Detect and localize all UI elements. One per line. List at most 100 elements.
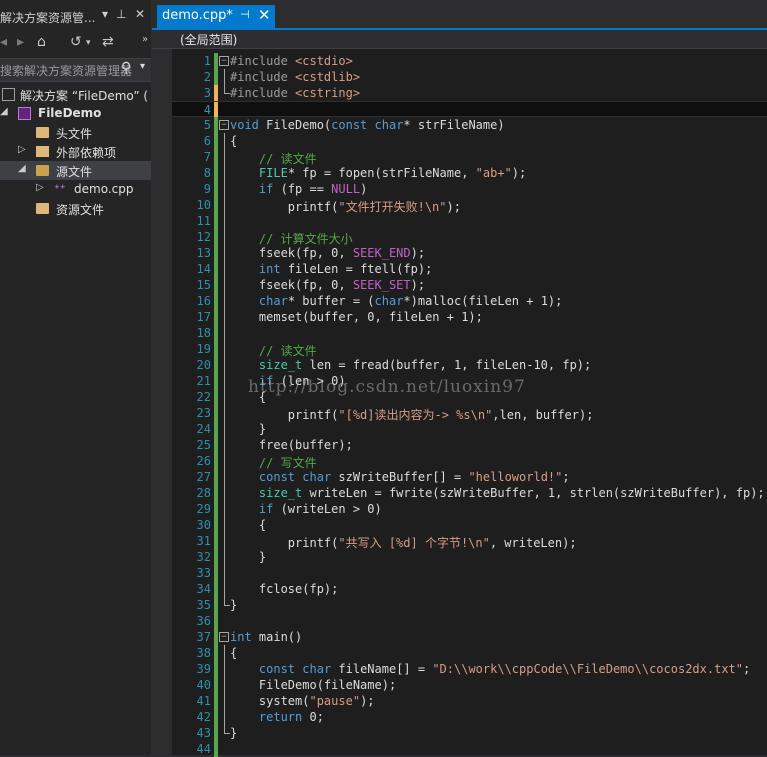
- code-text: #include <cstring>: [230, 86, 361, 100]
- code-text: void FileDemo(const char* strFileName): [230, 118, 505, 132]
- history-icon[interactable]: ↺: [70, 34, 82, 50]
- code-line[interactable]: 43}: [172, 725, 767, 741]
- code-line[interactable]: 25 free(buffer);: [172, 437, 767, 453]
- search-icon[interactable]: ⚲: [121, 60, 131, 76]
- code-text: int fileLen = ftell(fp);: [258, 262, 433, 276]
- code-line[interactable]: 29 if (writeLen > 0): [172, 501, 767, 517]
- change-indicator: [214, 277, 218, 293]
- expand-arrow-icon[interactable]: ◢: [18, 163, 26, 174]
- code-area[interactable]: 1− #include <cstdio> 2 #include <cstdlib> 3 #…: [172, 49, 767, 757]
- home-icon[interactable]: ⌂: [37, 34, 46, 50]
- tab-demo-cpp[interactable]: demo.cpp* ⊣ ✕: [157, 5, 275, 28]
- panel-menu-icon[interactable]: ▾: [102, 7, 108, 21]
- forward-icon[interactable]: ▸: [17, 34, 24, 50]
- code-line[interactable]: 4: [172, 101, 767, 118]
- change-indicator: [214, 85, 218, 101]
- history-dropdown-icon[interactable]: ▾: [86, 38, 91, 48]
- outline-guide: [224, 405, 225, 421]
- pin-icon[interactable]: ⊥: [116, 7, 126, 21]
- sync-icon[interactable]: ⇄: [102, 34, 114, 50]
- tree-item-label: 解决方案 “FileDemo” (: [20, 89, 149, 103]
- expand-arrow-icon[interactable]: ◢: [0, 106, 8, 117]
- tree-item[interactable]: 资源文件: [0, 199, 151, 218]
- line-number: 5: [203, 118, 211, 132]
- code-line[interactable]: 15 fseek(fp, 0, SEEK_SET);: [172, 277, 767, 293]
- overflow-icon[interactable]: »: [142, 34, 148, 45]
- search-input[interactable]: 搜索解决方案资源管理器: [0, 62, 132, 79]
- code-line[interactable]: 6{: [172, 133, 767, 149]
- outline-guide: [224, 485, 225, 501]
- code-line[interactable]: 30 {: [172, 517, 767, 533]
- outline-guide: [224, 133, 225, 149]
- change-indicator: [214, 485, 218, 501]
- code-line[interactable]: 12 // 计算文件大小: [172, 229, 767, 246]
- code-line[interactable]: 39 const char fileName[] = "D:\\work\\cp…: [172, 661, 767, 677]
- dependencies-icon: [36, 146, 49, 157]
- scope-dropdown[interactable]: (全局范围): [180, 31, 237, 48]
- change-indicator: [214, 453, 218, 469]
- code-line[interactable]: 13 fseek(fp, 0, SEEK_END);: [172, 245, 767, 261]
- outline-guide: [224, 565, 225, 581]
- tree-item-label: 资源文件: [56, 203, 105, 217]
- code-line[interactable]: 23 printf("[%d]读出内容为-> %s\n",len, buffer…: [172, 405, 767, 422]
- code-line[interactable]: 35}: [172, 597, 767, 613]
- outline-guide: [224, 261, 225, 277]
- code-text: const char szWriteBuffer[] = "helloworld…: [258, 470, 570, 484]
- change-indicator: [214, 229, 218, 245]
- code-line[interactable]: 38 {: [172, 645, 767, 661]
- expand-arrow-icon[interactable]: ▷: [36, 182, 44, 193]
- tab-pin-icon[interactable]: ⊣: [240, 8, 250, 21]
- code-line[interactable]: 14 int fileLen = ftell(fp);: [172, 261, 767, 277]
- code-line[interactable]: 19 // 读文件: [172, 341, 767, 358]
- code-line[interactable]: 20 size_t len = fread(buffer, 1, fileLen…: [172, 357, 767, 373]
- code-line[interactable]: 42 return 0;: [172, 709, 767, 725]
- code-line[interactable]: 33: [172, 565, 767, 581]
- code-line[interactable]: 2 #include <cstdlib>: [172, 69, 767, 85]
- tab-close-icon[interactable]: ✕: [258, 6, 271, 24]
- line-number: 4: [203, 103, 211, 117]
- collapse-icon[interactable]: −: [219, 632, 229, 642]
- tree-item[interactable]: ◢ 源文件: [0, 161, 151, 180]
- collapse-icon[interactable]: −: [219, 56, 229, 66]
- code-line[interactable]: 32 }: [172, 549, 767, 565]
- code-line[interactable]: 16 char* buffer = (char*)malloc(fileLen …: [172, 293, 767, 309]
- solution-explorer-search[interactable]: 搜索解决方案资源管理器 ⚲ ▾: [0, 58, 151, 82]
- code-line[interactable]: 41 system("pause");: [172, 693, 767, 709]
- code-line[interactable]: 36: [172, 613, 767, 629]
- code-line[interactable]: 28 size_t writeLen = fwrite(szWriteBuffe…: [172, 485, 767, 501]
- code-line[interactable]: 18: [172, 325, 767, 341]
- tree-item[interactable]: ▷ ⁺⁺ demo.cpp: [0, 180, 151, 199]
- tree-item[interactable]: ▷ 外部依赖项: [0, 142, 151, 161]
- code-line[interactable]: 5− void FileDemo(const char* strFileName): [172, 117, 767, 133]
- change-indicator: [214, 261, 218, 277]
- tree-item[interactable]: 头文件: [0, 123, 151, 142]
- code-line[interactable]: 9 if (fp == NULL): [172, 181, 767, 197]
- code-line[interactable]: 10 printf("文件打开失败!\n");: [172, 197, 767, 214]
- code-line[interactable]: 17 memset(buffer, 0, fileLen + 1);: [172, 309, 767, 325]
- change-indicator: [214, 645, 218, 661]
- back-icon[interactable]: ◂: [0, 34, 7, 50]
- line-number: 1: [203, 54, 211, 68]
- code-line[interactable]: 24 }: [172, 421, 767, 437]
- close-icon[interactable]: ✕: [135, 7, 145, 21]
- code-line[interactable]: 31 printf("共写入 [%d] 个字节!\n", writeLen);: [172, 533, 767, 550]
- code-line[interactable]: 40 FileDemo(fileName);: [172, 677, 767, 693]
- code-line[interactable]: 34 fclose(fp);: [172, 581, 767, 597]
- code-line[interactable]: 7 // 读文件: [172, 149, 767, 166]
- code-line[interactable]: 3 #include <cstring>: [172, 85, 767, 101]
- solution-explorer-titlebar: 解决方案资源管... ▾ ⊥ ✕: [0, 6, 151, 28]
- code-line[interactable]: 26 // 写文件: [172, 453, 767, 470]
- code-line[interactable]: 11: [172, 213, 767, 229]
- tree-item[interactable]: ◢ FileDemo: [0, 104, 151, 123]
- outline-guide: [224, 373, 225, 389]
- tree-item[interactable]: 解决方案 “FileDemo” (: [0, 85, 151, 104]
- search-options-icon[interactable]: ▾: [140, 61, 145, 72]
- expand-arrow-icon[interactable]: ▷: [18, 144, 26, 155]
- code-line[interactable]: 1− #include <cstdio>: [172, 53, 767, 69]
- outline-guide: [224, 693, 225, 709]
- outline-guide: [224, 469, 225, 485]
- collapse-icon[interactable]: −: [219, 120, 229, 130]
- code-line[interactable]: 37− int main(): [172, 629, 767, 645]
- code-line[interactable]: 27 const char szWriteBuffer[] = "hellowo…: [172, 469, 767, 485]
- code-line[interactable]: 8 FILE* fp = fopen(strFileName, "ab+");: [172, 165, 767, 181]
